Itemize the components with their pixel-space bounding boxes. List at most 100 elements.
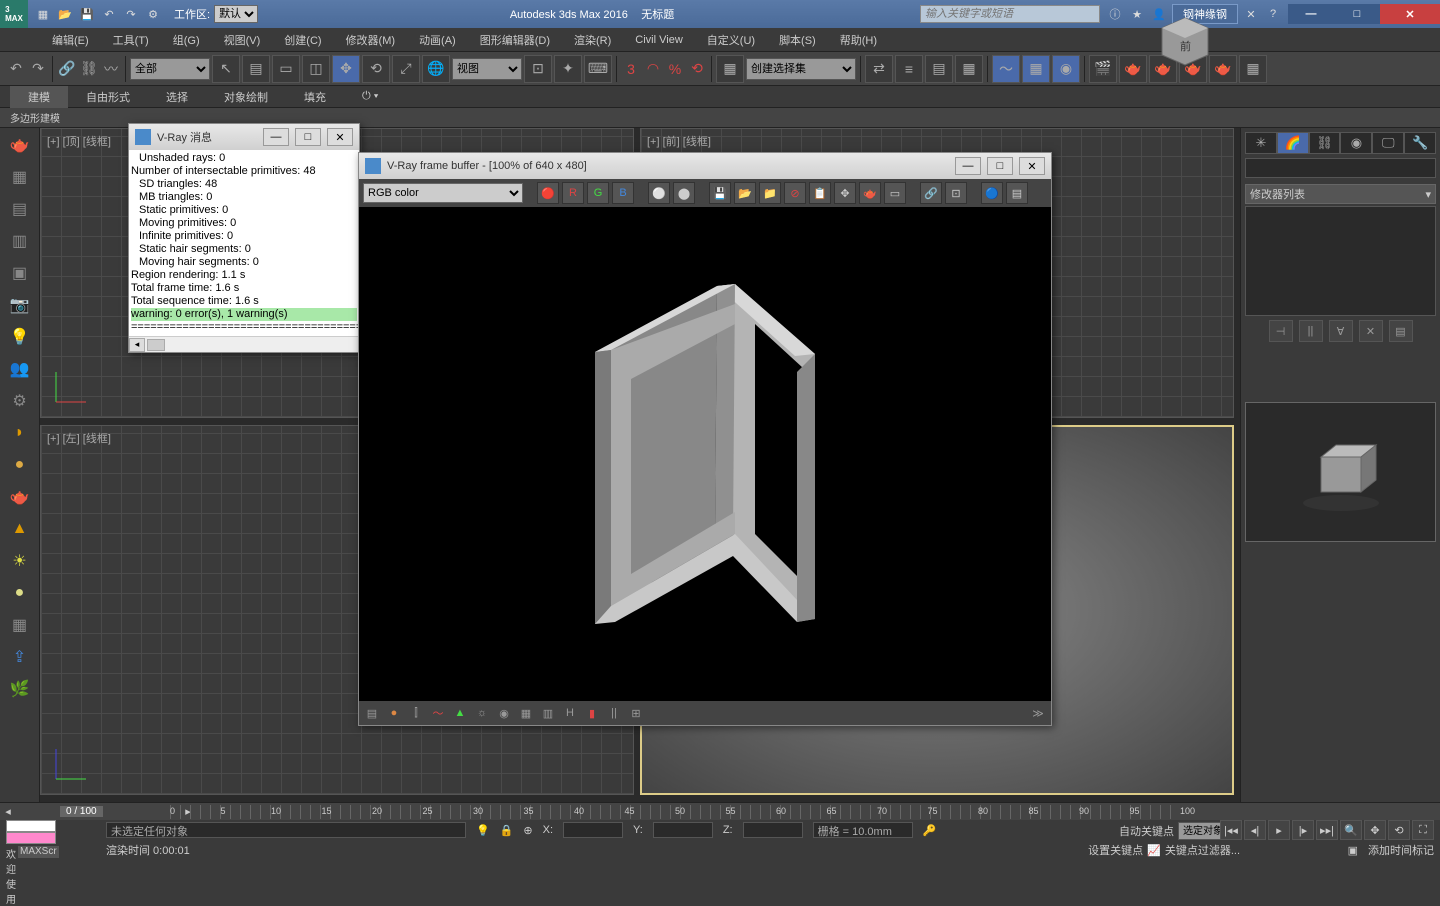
rotate-button[interactable]: ⟲ — [362, 55, 390, 83]
ribbon-tab-objpaint[interactable]: 对象绘制 — [206, 86, 286, 108]
tab-hierarchy[interactable]: ⛓ — [1309, 132, 1341, 154]
menu-script[interactable]: 脚本(S) — [767, 28, 828, 52]
moon-icon[interactable]: ● — [7, 580, 33, 606]
link-button[interactable]: 🔗 — [57, 55, 77, 83]
snap-spinner-icon[interactable]: ⟲ — [687, 55, 707, 83]
workspace-dropdown[interactable]: 默认 — [214, 5, 258, 23]
tab-motion[interactable]: ◉ — [1340, 132, 1372, 154]
vfb-dup-button[interactable]: ⊡ — [945, 182, 967, 204]
time-ruler[interactable]: 0510152025303540455055606570758085909510… — [170, 805, 1180, 819]
vfb-cc-toggle[interactable]: ▤ — [363, 704, 381, 722]
snap-3-icon[interactable]: 3 — [621, 55, 641, 83]
swatch-pink[interactable] — [6, 832, 56, 844]
vfb-save-button[interactable]: 💾 — [709, 182, 731, 204]
mesh-icon[interactable]: ▦ — [7, 612, 33, 638]
vfb-clear-button[interactable]: ⊘ — [784, 182, 806, 204]
vfb-open-button[interactable]: 📁 — [759, 182, 781, 204]
keyboard-button[interactable]: ⌨ — [584, 55, 612, 83]
named-sel-button[interactable]: ▦ — [716, 55, 744, 83]
menu-render[interactable]: 渲染(R) — [562, 28, 623, 52]
vray-frame-buffer-window[interactable]: V-Ray frame buffer - [100% of 640 x 480]… — [358, 152, 1052, 726]
vray-msg-scrollbar[interactable]: ◂ — [129, 336, 359, 352]
select-button[interactable]: ↖ — [212, 55, 240, 83]
frame-indicator[interactable]: 0 / 100 — [60, 806, 103, 817]
coords-icon[interactable]: ⊕ — [523, 824, 532, 837]
ribbon-tab-fill[interactable]: 填充 — [286, 86, 344, 108]
sphere-icon[interactable]: ● — [7, 452, 33, 478]
add-timemark-label[interactable]: 添加时间标记 — [1368, 842, 1434, 858]
vfb-load-button[interactable]: 📂 — [734, 182, 756, 204]
vfb-levels-icon[interactable]: ⫿ — [407, 704, 425, 722]
vray-msg-titlebar[interactable]: V-Ray 消息 — □ ✕ — [129, 124, 359, 150]
tab-modify[interactable]: 🌈 — [1277, 132, 1309, 154]
vfb-r-button[interactable]: R — [562, 182, 584, 204]
show-result-button[interactable]: || — [1299, 320, 1323, 342]
vfb-cc-button[interactable]: 🔵 — [981, 182, 1003, 204]
selset-dropdown[interactable]: 创建选择集 — [746, 58, 856, 80]
vfb-hsl-icon[interactable]: ◉ — [495, 704, 513, 722]
vfb-lut-icon[interactable]: ▥ — [539, 704, 557, 722]
refcoord-dropdown[interactable]: 视图 — [452, 58, 522, 80]
remove-mod-button[interactable]: ✕ — [1359, 320, 1383, 342]
menu-tools[interactable]: 工具(T) — [101, 28, 161, 52]
swatch-white[interactable] — [6, 820, 56, 832]
vfb-render-view[interactable] — [359, 207, 1051, 701]
scroll-left-button[interactable]: ◂ — [129, 338, 145, 352]
maximize-button[interactable]: □ — [1334, 4, 1380, 24]
prev-frame-button[interactable]: ◂| — [1244, 820, 1266, 840]
vfb-hist-button[interactable]: ▤ — [1006, 182, 1028, 204]
scroll-thumb[interactable] — [147, 339, 165, 351]
search-input[interactable] — [920, 5, 1100, 23]
cone-icon[interactable]: ▲ — [7, 516, 33, 542]
menu-graph[interactable]: 图形编辑器(D) — [468, 28, 562, 52]
camera-icon[interactable]: 📷 — [7, 292, 33, 318]
light-icon[interactable]: 💡 — [7, 324, 33, 350]
unique-button[interactable]: ∀ — [1329, 320, 1353, 342]
help-icon[interactable]: ? — [1264, 5, 1282, 23]
grass-icon[interactable]: 🌿 — [7, 676, 33, 702]
scale-button[interactable]: ⤢ — [392, 55, 420, 83]
tab-utilities[interactable]: 🔧 — [1404, 132, 1436, 154]
rect-select-button[interactable]: ▭ — [272, 55, 300, 83]
vfb-curve-icon[interactable]: 〜 — [429, 704, 447, 722]
people-icon[interactable]: 👥 — [7, 356, 33, 382]
timemark-icon[interactable]: ▣ — [1348, 844, 1358, 857]
app-logo[interactable]: 3MAX — [0, 0, 28, 28]
open-icon[interactable]: 📂 — [56, 5, 74, 23]
vfb-expand-icon[interactable]: ≫ — [1029, 704, 1047, 722]
redo-icon[interactable]: ↷ — [122, 5, 140, 23]
keyfilter-button[interactable]: 关键点过滤器... — [1165, 842, 1240, 858]
tab-create[interactable]: ✳ — [1245, 132, 1277, 154]
menu-custom[interactable]: 自定义(U) — [695, 28, 767, 52]
z-input[interactable] — [743, 822, 803, 838]
vfb-exp-icon[interactable]: ▲ — [451, 704, 469, 722]
pivot-button[interactable]: ⊡ — [524, 55, 552, 83]
window-crossing-button[interactable]: ◫ — [302, 55, 330, 83]
save-icon[interactable]: 💾 — [78, 5, 96, 23]
render-online-button[interactable]: ▦ — [1239, 55, 1267, 83]
container-icon[interactable]: ▣ — [7, 260, 33, 286]
ribbon-button[interactable]: ▦ — [955, 55, 983, 83]
vfb-link-button[interactable]: 🔗 — [920, 182, 942, 204]
minimize-button[interactable]: — — [1288, 4, 1334, 24]
tab-display[interactable]: 🖵 — [1372, 132, 1404, 154]
vfb-wb-icon[interactable]: ☼ — [473, 704, 491, 722]
setkey-button[interactable]: 设置关键点 — [1088, 842, 1143, 858]
key-tangent-icon[interactable]: 📈 — [1147, 844, 1161, 857]
vfb-close-button[interactable]: ✕ — [1019, 157, 1045, 175]
vray-msg-body[interactable]: Unshaded rays: 0 Number of intersectable… — [129, 150, 359, 336]
dome-icon[interactable]: ◗ — [7, 420, 33, 446]
vray-msg-close-button[interactable]: ✕ — [327, 128, 353, 146]
panel-icon[interactable]: ▦ — [7, 164, 33, 190]
timeline-left-button[interactable]: ◂ — [0, 805, 16, 818]
menu-edit[interactable]: 编辑(E) — [40, 28, 101, 52]
link-icon[interactable]: ⚙ — [144, 5, 162, 23]
nav-orbit-button[interactable]: ⟲ — [1388, 820, 1410, 840]
menu-help[interactable]: 帮助(H) — [828, 28, 889, 52]
close-button[interactable]: ✕ — [1380, 4, 1440, 24]
menu-group[interactable]: 组(G) — [161, 28, 212, 52]
vfb-mono-button[interactable]: ⚪ — [648, 182, 670, 204]
ribbon-tab-select[interactable]: 选择 — [148, 86, 206, 108]
goto-end-button[interactable]: ▸▸| — [1316, 820, 1338, 840]
menu-anim[interactable]: 动画(A) — [407, 28, 468, 52]
